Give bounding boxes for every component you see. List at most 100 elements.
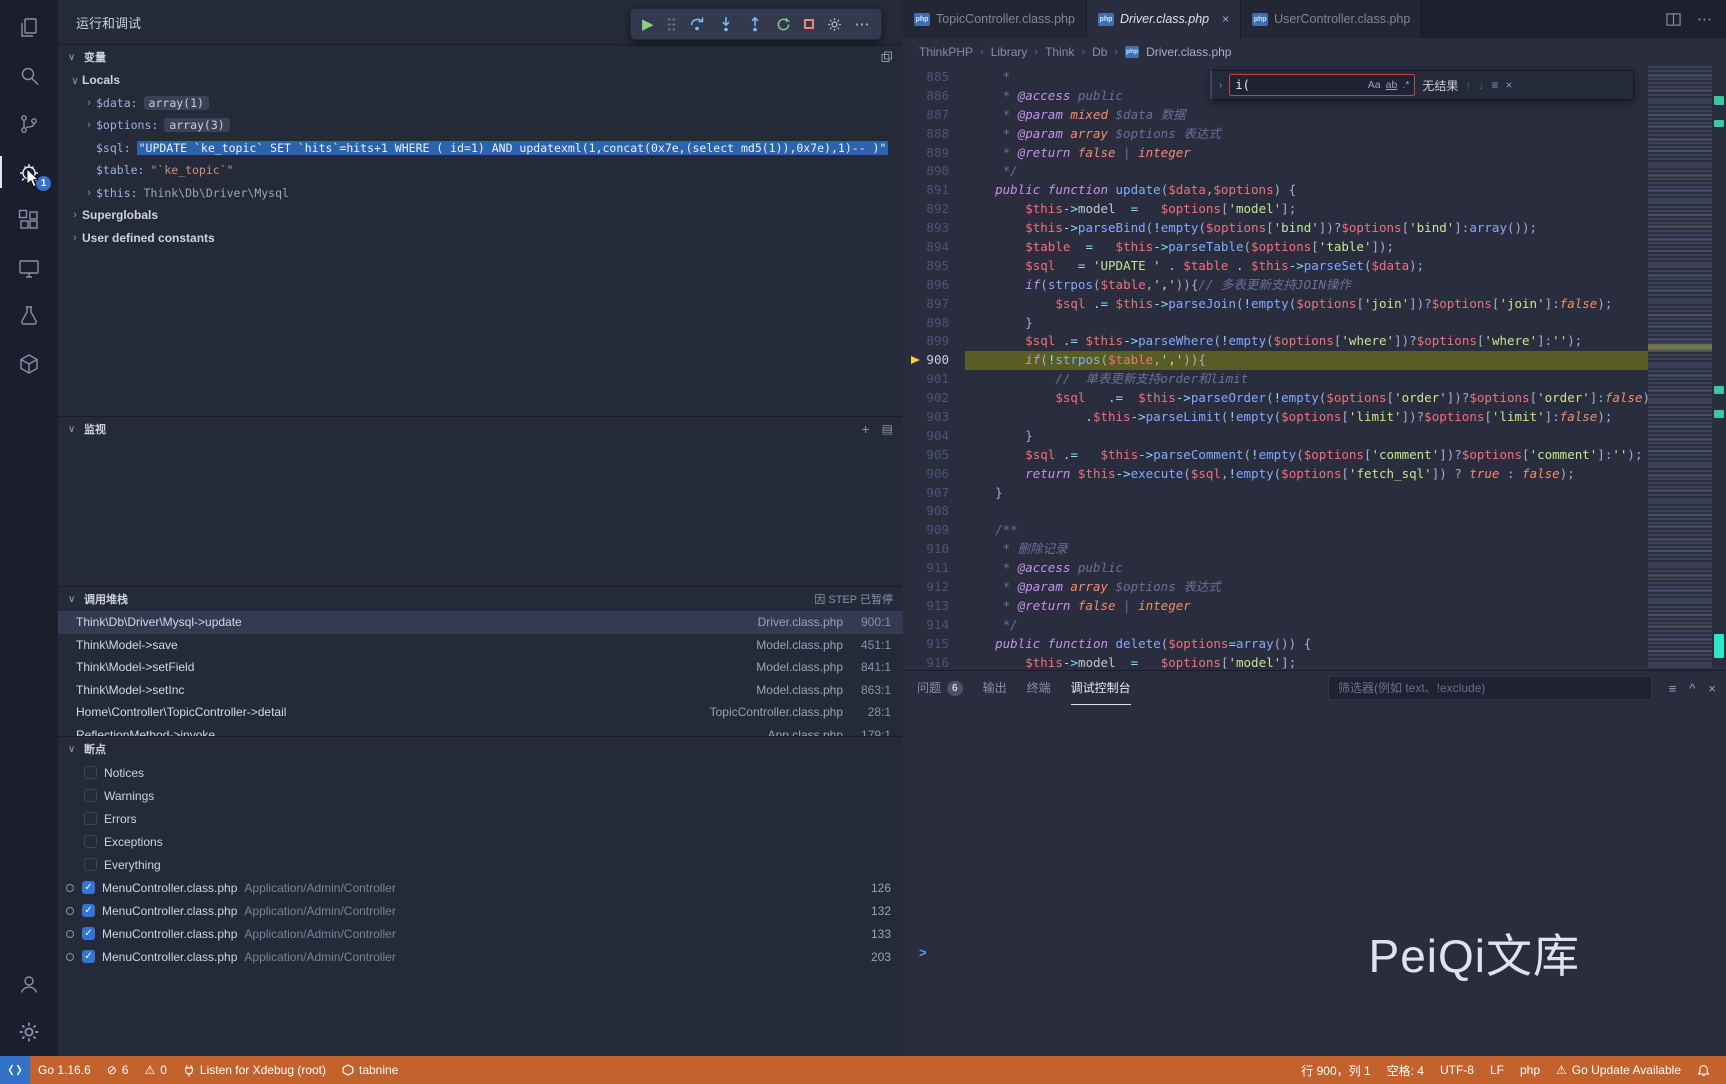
code-line[interactable]: 903 .$this->parseLimit(!empty($options['… xyxy=(903,408,1648,427)
code-line[interactable]: 900 if(!strpos($table,',')){ xyxy=(903,351,1648,370)
variable-row[interactable]: ›Superglobals xyxy=(58,204,903,227)
step-over-button[interactable] xyxy=(689,16,705,32)
accounts-icon[interactable] xyxy=(0,960,58,1008)
checkbox-checked[interactable]: ✓ xyxy=(82,950,95,963)
checkbox-checked[interactable]: ✓ xyxy=(82,904,95,917)
checkbox-unchecked[interactable] xyxy=(84,858,97,871)
breadcrumb-item[interactable]: Library xyxy=(991,45,1028,59)
console-filter-input[interactable] xyxy=(1328,676,1652,700)
breakpoint-item[interactable]: ✓MenuController.class.phpApplication/Adm… xyxy=(58,945,903,968)
code-line[interactable]: 893 $this->parseBind(!empty($options['bi… xyxy=(903,219,1648,238)
errors[interactable]: ⊘6 xyxy=(99,1056,137,1084)
breadcrumb-item[interactable]: Think xyxy=(1045,45,1074,59)
language-mode[interactable]: php xyxy=(1512,1056,1548,1084)
code-editor[interactable]: 885 * 886 * @access public887 * @param m… xyxy=(903,66,1726,670)
variable-row[interactable]: ›$this:Think\Db\Driver\Mysql xyxy=(58,182,903,205)
panel-tab[interactable]: 调试控制台 xyxy=(1071,671,1131,705)
go-update[interactable]: ⚠Go Update Available xyxy=(1548,1056,1689,1084)
extensions-icon[interactable] xyxy=(0,196,58,244)
restart-button[interactable] xyxy=(776,17,791,32)
callstack-frame[interactable]: Think\Model->saveModel.class.php451:1 xyxy=(58,634,903,657)
console-prompt-icon[interactable]: > xyxy=(919,945,927,960)
notifications[interactable] xyxy=(1689,1056,1718,1084)
callstack-frame[interactable]: Think\Model->setIncModel.class.php863:1 xyxy=(58,679,903,702)
code-line[interactable]: 907 } xyxy=(903,484,1648,503)
debug-console[interactable]: > PeiQi文库 xyxy=(903,705,1726,1056)
editor-tab[interactable]: phpDriver.class.php× xyxy=(1087,0,1241,38)
previous-match-icon[interactable]: ↑ xyxy=(1465,78,1471,92)
indentation[interactable]: 空格: 4 xyxy=(1379,1056,1432,1084)
gear-icon[interactable] xyxy=(827,17,842,32)
code-line[interactable]: 904 } xyxy=(903,427,1648,446)
find-in-selection-icon[interactable]: ≡ xyxy=(1491,78,1498,92)
code-line[interactable]: 897 $sql .= $this->parseJoin(!empty($opt… xyxy=(903,295,1648,314)
testing-icon[interactable] xyxy=(0,292,58,340)
source-control-icon[interactable] xyxy=(0,100,58,148)
copy-icon[interactable] xyxy=(881,51,893,63)
whole-word-icon[interactable]: ab xyxy=(1386,79,1398,91)
eol[interactable]: LF xyxy=(1482,1056,1512,1084)
tabnine[interactable]: tabnine xyxy=(334,1056,406,1084)
variable-row[interactable]: $table:"`ke_topic`" xyxy=(58,159,903,182)
code-line[interactable]: 898 } xyxy=(903,314,1648,333)
close-panel-icon[interactable]: × xyxy=(1708,681,1716,696)
checkbox-unchecked[interactable] xyxy=(84,835,97,848)
code-line[interactable]: 909 /** xyxy=(903,521,1648,540)
panel-tab[interactable]: 输出 xyxy=(983,671,1007,705)
panel-tab[interactable]: 终端 xyxy=(1027,671,1051,705)
breakpoint-item[interactable]: ✓MenuController.class.phpApplication/Adm… xyxy=(58,922,903,945)
close-icon[interactable]: × xyxy=(1222,12,1229,26)
split-editor-icon[interactable] xyxy=(1666,12,1681,27)
maximize-panel-icon[interactable]: ^ xyxy=(1689,681,1695,696)
xdebug[interactable]: Listen for Xdebug (root) xyxy=(175,1056,334,1084)
breakpoint-toggle[interactable]: Warnings xyxy=(58,784,903,807)
code-line[interactable]: 906 return $this->execute($sql,!empty($o… xyxy=(903,465,1648,484)
breakpoint-toggle[interactable]: Everything xyxy=(58,853,903,876)
checkbox-checked[interactable]: ✓ xyxy=(82,927,95,940)
breakpoint-item[interactable]: ✓MenuController.class.phpApplication/Adm… xyxy=(58,876,903,899)
code-line[interactable]: 912 * @param array $options 表达式 xyxy=(903,578,1648,597)
find-input[interactable] xyxy=(1235,78,1362,92)
variable-row[interactable]: $sql:"UPDATE `ke_topic` SET `hits`=hits+… xyxy=(58,137,903,160)
callstack-frame[interactable]: Think\Db\Driver\Mysql->updateDriver.clas… xyxy=(58,611,903,634)
editor-tab[interactable]: phpTopicController.class.php xyxy=(903,0,1087,38)
code-line[interactable]: 911 * @access public xyxy=(903,559,1648,578)
toolbar-drag-handle[interactable] xyxy=(667,17,676,32)
variable-row[interactable]: ›User defined constants xyxy=(58,227,903,250)
stop-button[interactable] xyxy=(804,19,814,29)
more-icon[interactable]: ⋯ xyxy=(855,15,870,33)
breadcrumb-item[interactable]: ThinkPHP xyxy=(919,45,973,59)
code-line[interactable]: 910 * 删除记录 xyxy=(903,540,1648,559)
callstack-frame[interactable]: Home\Controller\TopicController->detailT… xyxy=(58,701,903,724)
variables-section-header[interactable]: ∨ 变量 xyxy=(58,45,903,69)
variable-row[interactable]: ›$data:array(1) xyxy=(58,92,903,115)
variable-row[interactable]: ∨Locals xyxy=(58,69,903,92)
code-line[interactable]: 888 * @param array $options 表达式 xyxy=(903,125,1648,144)
code-line[interactable]: 901 // 单表更新支持order和limit xyxy=(903,370,1648,389)
settings-gear-icon[interactable] xyxy=(0,1008,58,1056)
code-line[interactable]: 902 $sql .= $this->parseOrder(!empty($op… xyxy=(903,389,1648,408)
clear-console-icon[interactable]: ≡ xyxy=(1669,681,1677,696)
checkbox-checked[interactable]: ✓ xyxy=(82,881,95,894)
add-watch-icon[interactable]: + xyxy=(861,421,869,437)
code-line[interactable]: 915 public function delete($options=arra… xyxy=(903,635,1648,654)
call-stack-section-header[interactable]: ∨ 调用堆栈 因 STEP 已暂停 xyxy=(58,587,903,611)
remote-explorer-icon[interactable] xyxy=(0,244,58,292)
checkbox-unchecked[interactable] xyxy=(84,789,97,802)
package-explorer-icon[interactable] xyxy=(0,340,58,388)
panel-tab[interactable]: 问题6 xyxy=(917,671,963,705)
more-actions-icon[interactable]: ⋯ xyxy=(1697,10,1712,28)
code-line[interactable]: 891 public function update($data,$option… xyxy=(903,181,1648,200)
code-line[interactable]: 908 xyxy=(903,502,1648,521)
code-line[interactable]: 894 $table = $this->parseTable($options[… xyxy=(903,238,1648,257)
code-line[interactable]: 913 * @return false | integer xyxy=(903,597,1648,616)
variable-row[interactable]: ›$options:array(3) xyxy=(58,114,903,137)
step-out-button[interactable] xyxy=(747,16,763,32)
go-version[interactable]: Go 1.16.6 xyxy=(30,1056,99,1084)
breadcrumb-item[interactable]: Driver.class.php xyxy=(1146,45,1231,59)
breakpoint-toggle[interactable]: Exceptions xyxy=(58,830,903,853)
code-line[interactable]: 914 */ xyxy=(903,616,1648,635)
match-case-icon[interactable]: Aa xyxy=(1368,79,1381,91)
code-line[interactable]: 895 $sql = 'UPDATE ' . $table . $this->p… xyxy=(903,257,1648,276)
editor-tab[interactable]: phpUserController.class.php xyxy=(1241,0,1422,38)
